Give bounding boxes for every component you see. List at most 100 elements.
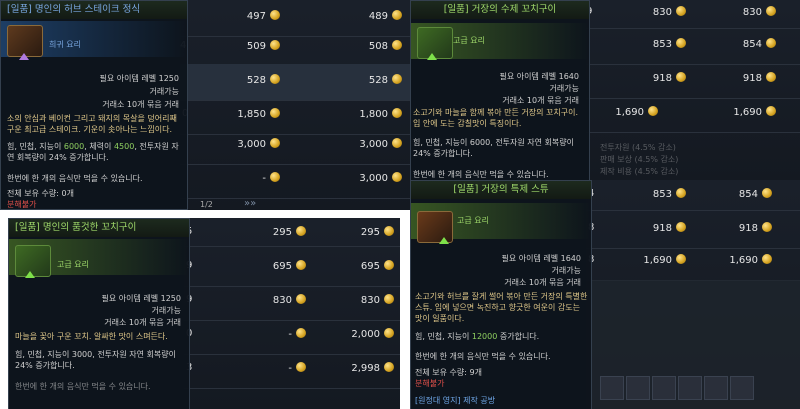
price-cell: - bbox=[180, 172, 280, 184]
table-row[interactable]: 3,000 3,000 bbox=[180, 128, 410, 165]
tooltip-title: [일품] 명인의 허브 스테이크 정식 bbox=[1, 1, 187, 19]
item-description: 마늘을 꽂아 구운 꼬치. 알싸한 맛이 스며든다. bbox=[15, 332, 168, 341]
price-cell: 853 bbox=[586, 38, 686, 50]
gold-coin-icon bbox=[766, 106, 776, 116]
inventory-slot[interactable] bbox=[730, 376, 754, 400]
blurred-info-line: 제작 비용 (4.5% 감소) bbox=[600, 167, 679, 176]
item-grade: 고급 요리 bbox=[453, 36, 485, 45]
exchange-text: 거래소 10개 묶음 거래 bbox=[102, 100, 179, 109]
price-cell: 2,000 bbox=[294, 328, 394, 340]
gold-coin-icon bbox=[384, 362, 394, 372]
item-tooltip-special-stew: [일품] 거장의 특제 스튜 고급 요리 필요 아이템 레벨 1640 거래가능… bbox=[410, 180, 592, 409]
gold-coin-icon bbox=[766, 38, 776, 48]
table-row[interactable]: - 3,000 bbox=[180, 162, 410, 199]
gold-coin-icon bbox=[392, 10, 402, 20]
required-level: 필요 아이템 레벨 1640 bbox=[499, 72, 579, 81]
price-cell: 918 bbox=[586, 72, 686, 84]
page-indicator: 1/2 bbox=[200, 200, 213, 209]
price-cell: 295 bbox=[294, 226, 394, 238]
blurred-info-line: 판매 보상 (4.5% 감소) bbox=[600, 155, 679, 164]
once-note: 한번에 한 개의 음식만 먹을 수 있습니다. bbox=[15, 382, 151, 391]
gold-coin-icon bbox=[384, 260, 394, 270]
gold-coin-icon bbox=[392, 74, 402, 84]
inventory-slot[interactable] bbox=[600, 376, 624, 400]
price-cell: 528 bbox=[180, 74, 280, 86]
item-description: 소의 안심과 베이컨 그리고 돼지의 목살을 덩어리째 구운 최고급 스테이크.… bbox=[7, 114, 177, 134]
price-cell: 3,000 bbox=[180, 138, 280, 150]
inventory-slot[interactable] bbox=[652, 376, 676, 400]
gold-coin-icon bbox=[384, 328, 394, 338]
table-row[interactable]: 5 295 295 bbox=[184, 218, 400, 247]
price-cell: 3,000 bbox=[302, 138, 402, 150]
gold-coin-icon bbox=[762, 254, 772, 264]
exchange-text: 거래소 10개 묶음 거래 bbox=[502, 96, 579, 105]
price-cell: 1,850 bbox=[180, 108, 280, 120]
price-cell: 528 bbox=[302, 74, 402, 86]
disassemble-status: 분해불가 bbox=[7, 200, 37, 209]
inventory-slot[interactable] bbox=[704, 376, 728, 400]
price-cell: 918 bbox=[676, 72, 776, 84]
table-row[interactable]: 4 853 854 bbox=[586, 180, 800, 211]
upgrade-arrow-icon bbox=[439, 237, 449, 244]
disassemble-status: 분해불가 bbox=[415, 379, 445, 388]
blurred-info-line: 전투자원 (4.5% 감소) bbox=[600, 143, 676, 152]
gold-coin-icon bbox=[384, 294, 394, 304]
item-tooltip-giant-skewer: [일품] 거장의 수제 꼬치구이 고급 요리 필요 아이템 레벨 1640 거래… bbox=[410, 0, 590, 180]
upgrade-arrow-icon bbox=[25, 271, 35, 278]
owned-count: 전체 보유 수량: 0개 bbox=[7, 189, 74, 198]
price-cell: 830 bbox=[206, 294, 306, 306]
gold-coin-icon bbox=[762, 188, 772, 198]
table-row-selected[interactable]: 528 528 bbox=[180, 64, 410, 101]
table-row[interactable]: 4 509 508 bbox=[180, 30, 410, 67]
next-page-button[interactable]: »» bbox=[244, 198, 256, 209]
item-description: 소고기와 마늘을 함께 볶아 만든 거장의 꼬치구이. 입 안에 도는 감칠맛이… bbox=[413, 108, 578, 128]
market-panel-top-left: 497 489 4 509 508 528 528 0 1,850 1,800 … bbox=[0, 0, 410, 210]
table-row[interactable]: 9 830 830 bbox=[586, 0, 800, 29]
price-cell: 2,998 bbox=[294, 362, 394, 374]
price-cell: 3,000 bbox=[302, 172, 402, 184]
price-table: 9 830 830 853 854 918 918 1,690 1,690 전투… bbox=[586, 0, 800, 180]
table-row[interactable]: 9 830 830 bbox=[184, 284, 400, 321]
price-table: 497 489 4 509 508 528 528 0 1,850 1,800 … bbox=[180, 0, 410, 210]
item-effect: 힘, 민첩, 지능이 6000, 체력이 4500, 전투자원 자연 회복량이 … bbox=[7, 142, 179, 162]
price-cell: 1,800 bbox=[302, 108, 402, 120]
price-cell: 854 bbox=[676, 38, 776, 50]
price-cell: - bbox=[206, 328, 306, 340]
item-grade: 고급 요리 bbox=[457, 216, 489, 225]
price-table: 4 853 854 8 918 918 8 1,690 1,690 bbox=[586, 180, 800, 409]
price-cell: 489 bbox=[302, 10, 402, 22]
item-tooltip-fancy-skewer: [일품] 명인의 품것한 꼬치구이 고급 요리 필요 아이템 레벨 1250 거… bbox=[8, 218, 190, 409]
inventory-slot[interactable] bbox=[626, 376, 650, 400]
table-row[interactable]: 8 1,690 1,690 bbox=[586, 244, 800, 281]
price-cell: 695 bbox=[206, 260, 306, 272]
item-effect: 힘, 민첩, 지능이 6000, 전투자원 자연 회복량이 24% 증가합니다. bbox=[413, 138, 575, 158]
item-effect: 힘, 민첩, 지능이 3000, 전투자원 자연 회복량이 24% 증가합니다. bbox=[15, 350, 177, 370]
table-row[interactable]: 0 - 2,000 bbox=[184, 318, 400, 355]
tradable-text: 거래가능 bbox=[551, 266, 581, 275]
table-row[interactable]: 3 - 2,998 bbox=[184, 352, 400, 389]
gold-coin-icon bbox=[392, 138, 402, 148]
price-cell: 918 bbox=[586, 222, 686, 234]
required-level: 필요 아이템 레벨 1250 bbox=[101, 294, 181, 303]
upgrade-arrow-icon bbox=[19, 53, 29, 60]
tooltip-title: [일품] 거장의 특제 스튜 bbox=[411, 181, 591, 199]
item-effect: 힘, 민첩, 지능이 12000 증가합니다. bbox=[415, 332, 540, 341]
gold-coin-icon bbox=[766, 6, 776, 16]
table-row[interactable]: 918 918 bbox=[586, 62, 800, 99]
item-tooltip-steak: [일품] 명인의 허브 스테이크 정식 희귀 요리 필요 아이템 레벨 1250… bbox=[0, 0, 188, 210]
price-cell: 854 bbox=[672, 188, 772, 200]
tradable-text: 거래가능 bbox=[149, 87, 179, 96]
inventory-slot[interactable] bbox=[678, 376, 702, 400]
table-row[interactable]: 853 854 bbox=[586, 28, 800, 65]
price-cell: 1,690 bbox=[586, 254, 686, 266]
once-note: 한번에 한 개의 음식만 먹을 수 있습니다. bbox=[415, 352, 551, 361]
gold-coin-icon bbox=[384, 226, 394, 236]
price-cell: 295 bbox=[206, 226, 306, 238]
table-row[interactable]: 9 695 695 bbox=[184, 250, 400, 287]
tradable-text: 거래가능 bbox=[549, 84, 579, 93]
owned-count: 전체 보유 수량: 9개 bbox=[415, 368, 482, 377]
table-row[interactable]: 1,690 1,690 bbox=[586, 96, 800, 133]
market-panel-bottom-right: 4 853 854 8 918 918 8 1,690 1,690 [일품] 거… bbox=[410, 180, 800, 409]
price-cell: 508 bbox=[302, 40, 402, 52]
tooltip-title: [일품] 명인의 품것한 꼬치구이 bbox=[9, 219, 189, 237]
